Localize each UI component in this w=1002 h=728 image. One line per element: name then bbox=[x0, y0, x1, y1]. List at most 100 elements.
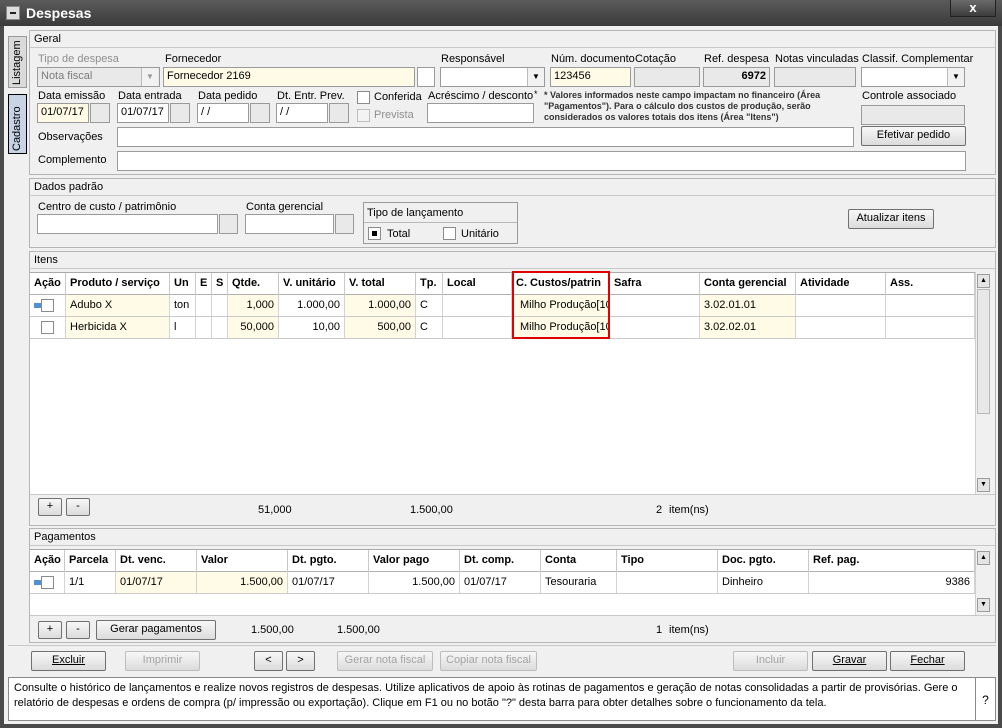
scroll-thumb[interactable] bbox=[977, 289, 990, 414]
v-unitario-cell[interactable]: 1.000,00 bbox=[279, 295, 345, 316]
fechar-button[interactable]: Fechar bbox=[890, 651, 965, 671]
pagamentos-col-header[interactable]: Dt. pgto. bbox=[288, 550, 369, 572]
unitario-checkbox[interactable] bbox=[443, 227, 456, 240]
e-cell[interactable] bbox=[196, 317, 212, 338]
itens-col-header[interactable]: Ass. bbox=[886, 273, 975, 295]
tipo-cell[interactable] bbox=[617, 572, 718, 593]
table-row[interactable]: Adubo X ton 1,000 1.000,00 1.000,00 C Mi… bbox=[30, 295, 975, 317]
tp-cell[interactable]: C bbox=[416, 317, 443, 338]
pagamentos-col-header[interactable]: Valor bbox=[197, 550, 288, 572]
v-total-cell[interactable]: 1.000,00 bbox=[345, 295, 416, 316]
itens-col-header[interactable]: Tp. bbox=[416, 273, 443, 295]
itens-col-header[interactable]: E bbox=[196, 273, 212, 295]
data-pedido-field[interactable]: / / bbox=[197, 103, 249, 123]
remove-pagamento-button[interactable]: - bbox=[66, 621, 90, 639]
dt-comp-cell[interactable]: 01/07/17 bbox=[460, 572, 541, 593]
remove-item-button[interactable]: - bbox=[66, 498, 90, 516]
complemento-field[interactable] bbox=[117, 151, 966, 171]
scroll-down-icon[interactable]: ▼ bbox=[977, 598, 990, 612]
chevron-down-icon[interactable]: ▼ bbox=[527, 68, 544, 86]
window-menu-icon[interactable] bbox=[6, 6, 20, 20]
v-unitario-cell[interactable]: 10,00 bbox=[279, 317, 345, 338]
conta-cell[interactable]: Tesouraria bbox=[541, 572, 617, 593]
data-entrada-calendar-button[interactable] bbox=[170, 103, 190, 123]
itens-col-header[interactable]: Conta gerencial bbox=[700, 273, 796, 295]
atividade-cell[interactable] bbox=[796, 317, 886, 338]
add-item-button[interactable]: + bbox=[38, 498, 62, 516]
conta-gerencial-cell[interactable]: 3.02.02.01 bbox=[700, 317, 796, 338]
s-cell[interactable] bbox=[212, 317, 228, 338]
qtde-cell[interactable]: 50,000 bbox=[228, 317, 279, 338]
itens-col-header[interactable]: Safra bbox=[610, 273, 700, 295]
valor-cell[interactable]: 1.500,00 bbox=[197, 572, 288, 593]
row-action-cell[interactable] bbox=[30, 295, 66, 316]
conta-gerencial-cell[interactable]: 3.02.01.01 bbox=[700, 295, 796, 316]
ref-pag-cell[interactable]: 9386 bbox=[809, 572, 975, 593]
conta-gerencial-lookup-button[interactable] bbox=[335, 214, 354, 234]
atualizar-itens-button[interactable]: Atualizar itens bbox=[848, 209, 934, 229]
pagamentos-col-header[interactable]: Dt. venc. bbox=[116, 550, 197, 572]
itens-col-header[interactable]: Produto / serviço bbox=[66, 273, 170, 295]
data-emissao-field[interactable]: 01/07/17 bbox=[37, 103, 89, 123]
centro-custo-field[interactable] bbox=[37, 214, 218, 234]
itens-col-header[interactable]: Un bbox=[170, 273, 196, 295]
pagamentos-col-header[interactable]: Ação bbox=[30, 550, 65, 572]
close-button[interactable]: x bbox=[950, 0, 996, 17]
tab-cadastro[interactable]: Cadastro bbox=[8, 94, 27, 154]
row-action-cell[interactable] bbox=[30, 572, 65, 593]
pagamentos-scrollbar[interactable]: ▲ ▼ bbox=[975, 549, 990, 615]
un-cell[interactable]: ton bbox=[170, 295, 196, 316]
observacoes-field[interactable] bbox=[117, 127, 854, 147]
data-pedido-calendar-button[interactable] bbox=[250, 103, 270, 123]
pagamentos-col-header[interactable]: Conta bbox=[541, 550, 617, 572]
safra-cell[interactable] bbox=[610, 295, 700, 316]
ass-cell[interactable] bbox=[886, 295, 975, 316]
itens-col-header[interactable]: Local bbox=[443, 273, 512, 295]
pagamentos-col-header[interactable]: Tipo bbox=[617, 550, 718, 572]
add-pagamento-button[interactable]: + bbox=[38, 621, 62, 639]
produto-cell[interactable]: Herbicida X bbox=[66, 317, 170, 338]
table-row[interactable]: 1/1 01/07/17 1.500,00 01/07/17 1.500,00 … bbox=[30, 572, 975, 594]
s-cell[interactable] bbox=[212, 295, 228, 316]
scroll-down-icon[interactable]: ▼ bbox=[977, 478, 990, 492]
scroll-up-icon[interactable]: ▲ bbox=[977, 551, 990, 565]
valor-pago-cell[interactable]: 1.500,00 bbox=[369, 572, 460, 593]
doc-pgto-cell[interactable]: Dinheiro bbox=[718, 572, 809, 593]
previous-record-button[interactable]: < bbox=[254, 651, 283, 671]
pagamentos-col-header[interactable]: Ref. pag. bbox=[809, 550, 975, 572]
pagamentos-col-header[interactable]: Doc. pgto. bbox=[718, 550, 809, 572]
tab-listagem[interactable]: Listagem bbox=[8, 36, 27, 88]
ass-cell[interactable] bbox=[886, 317, 975, 338]
fornecedor-field[interactable]: Fornecedor 2169 bbox=[163, 67, 415, 87]
atividade-cell[interactable] bbox=[796, 295, 886, 316]
efetivar-pedido-button[interactable]: Efetivar pedido bbox=[861, 126, 966, 146]
total-checkbox[interactable] bbox=[368, 227, 381, 240]
itens-scrollbar[interactable]: ▲ ▼ bbox=[975, 272, 990, 494]
safra-cell[interactable] bbox=[610, 317, 700, 338]
row-checkbox[interactable] bbox=[41, 576, 54, 589]
qtde-cell[interactable]: 1,000 bbox=[228, 295, 279, 316]
dt-venc-cell[interactable]: 01/07/17 bbox=[116, 572, 197, 593]
row-action-cell[interactable] bbox=[30, 317, 66, 338]
itens-col-header[interactable]: S bbox=[212, 273, 228, 295]
local-cell[interactable] bbox=[443, 317, 512, 338]
next-record-button[interactable]: > bbox=[286, 651, 315, 671]
local-cell[interactable] bbox=[443, 295, 512, 316]
itens-col-header[interactable]: Qtde. bbox=[228, 273, 279, 295]
itens-col-header[interactable]: V. unitário bbox=[279, 273, 345, 295]
scroll-up-icon[interactable]: ▲ bbox=[977, 274, 990, 288]
dt-entr-prev-field[interactable]: / / bbox=[276, 103, 328, 123]
excluir-button[interactable]: Excluir bbox=[31, 651, 106, 671]
pagamentos-col-header[interactable]: Parcela bbox=[65, 550, 116, 572]
acrescimo-field[interactable] bbox=[427, 103, 534, 123]
dt-entr-prev-calendar-button[interactable] bbox=[329, 103, 349, 123]
pagamentos-col-header[interactable]: Dt. comp. bbox=[460, 550, 541, 572]
data-entrada-field[interactable]: 01/07/17 bbox=[117, 103, 169, 123]
parcela-cell[interactable]: 1/1 bbox=[65, 572, 116, 593]
v-total-cell[interactable]: 500,00 bbox=[345, 317, 416, 338]
gerar-pagamentos-button[interactable]: Gerar pagamentos bbox=[96, 620, 216, 640]
table-row[interactable]: Herbicida X l 50,000 10,00 500,00 C Milh… bbox=[30, 317, 975, 339]
un-cell[interactable]: l bbox=[170, 317, 196, 338]
produto-cell[interactable]: Adubo X bbox=[66, 295, 170, 316]
conferida-checkbox[interactable] bbox=[357, 91, 370, 104]
